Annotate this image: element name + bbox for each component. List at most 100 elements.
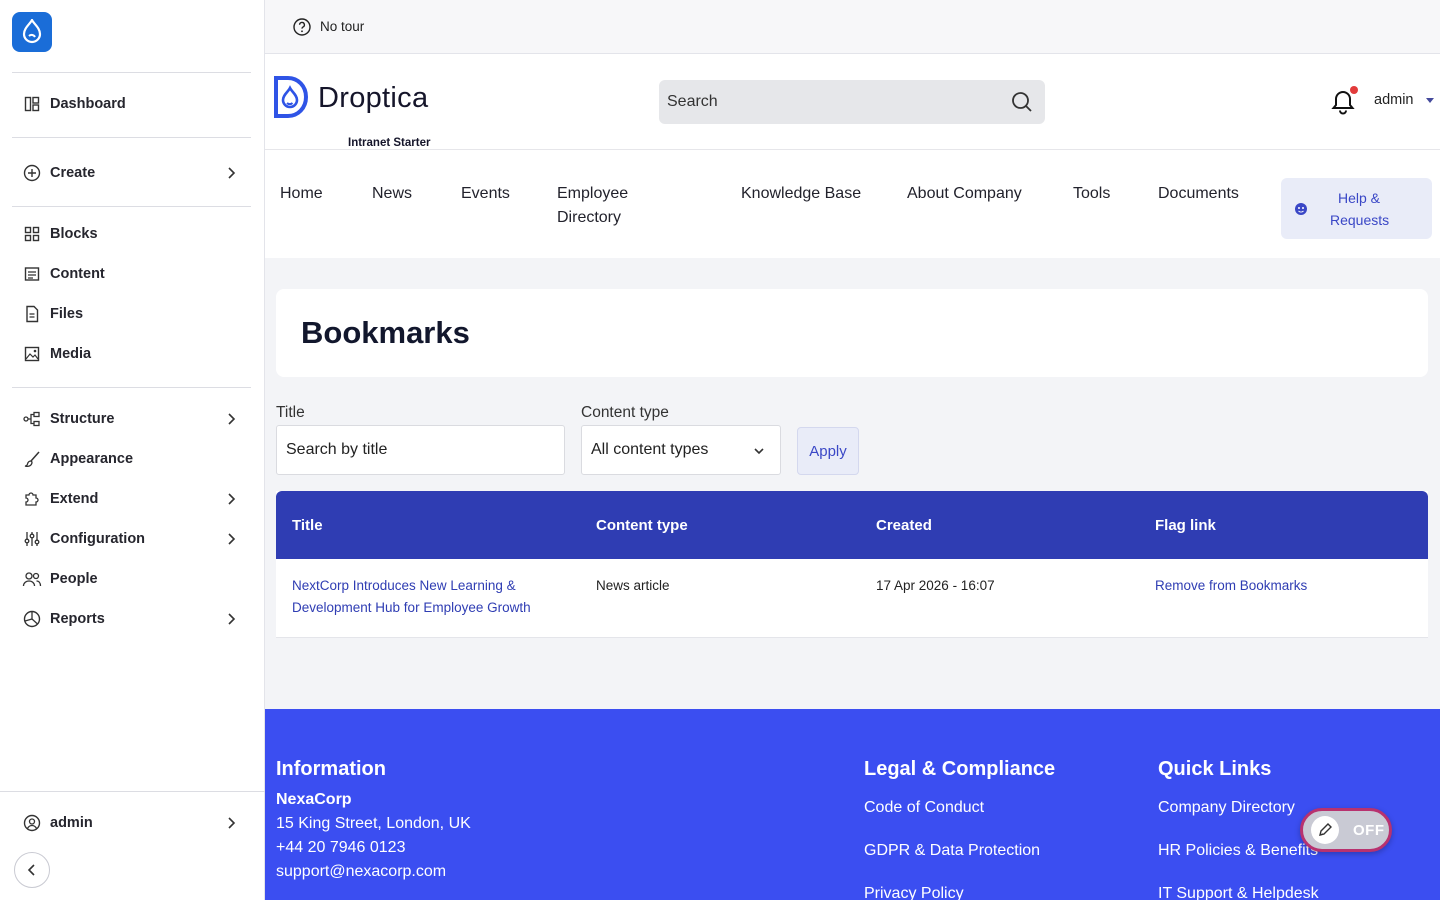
footer-link-company-directory[interactable]: Company Directory xyxy=(1158,799,1295,817)
notification-badge xyxy=(1350,86,1358,94)
nav-link-employee-directory[interactable]: Employee Directory xyxy=(557,182,667,230)
search-icon[interactable] xyxy=(1011,91,1033,113)
sidebar-item-structure[interactable]: Structure xyxy=(12,401,251,437)
brand-subtitle: Intranet Starter xyxy=(348,137,431,149)
content-type-filter-label: Content type xyxy=(581,404,669,421)
sidebar-item-label: People xyxy=(50,571,98,587)
sidebar-item-people[interactable]: People xyxy=(12,561,251,597)
sidebar-item-label: Dashboard xyxy=(50,96,126,112)
content-icon xyxy=(22,264,42,284)
dashboard-icon xyxy=(22,94,42,114)
people-icon xyxy=(22,569,42,589)
collapse-sidebar-button[interactable] xyxy=(14,852,50,888)
help-requests-button[interactable]: Help & Requests xyxy=(1281,178,1432,239)
brand-name: Droptica xyxy=(318,82,429,114)
admin-sidebar: Dashboard Create Blocks Content Files Me… xyxy=(0,0,265,900)
chevron-right-icon xyxy=(228,167,236,179)
edit-mode-state: OFF xyxy=(1353,821,1385,839)
chevron-right-icon xyxy=(228,817,236,829)
site-footer: Information NexaCorp 15 King Street, Lon… xyxy=(265,709,1440,900)
help-requests-label: Help & Requests xyxy=(1330,189,1390,228)
drupal-logo-icon[interactable] xyxy=(12,12,52,52)
apply-filter-button[interactable]: Apply xyxy=(797,427,859,475)
chevron-right-icon xyxy=(228,493,236,505)
footer-link-code-of-conduct[interactable]: Code of Conduct xyxy=(864,799,984,817)
footer-email[interactable]: support@nexacorp.com xyxy=(276,860,446,884)
admin-toolbar: No tour xyxy=(265,0,1440,54)
main-navigation: Home News Events Employee Directory Know… xyxy=(265,150,1440,258)
brush-icon xyxy=(22,449,42,469)
nav-link-about-company[interactable]: About Company xyxy=(907,182,1022,206)
remove-bookmark-link[interactable]: Remove from Bookmarks xyxy=(1155,578,1307,593)
table-row: NextCorp Introduces New Learning & Devel… xyxy=(276,559,1428,638)
sidebar-item-label: Content xyxy=(50,266,105,282)
sliders-icon xyxy=(22,529,42,549)
sidebar-item-label: admin xyxy=(50,815,93,831)
footer-link-gdpr[interactable]: GDPR & Data Protection xyxy=(864,842,1040,860)
sidebar-item-configuration[interactable]: Configuration xyxy=(12,521,251,557)
table-header-row: Title Content type Created Flag link xyxy=(276,491,1428,559)
sidebar-item-label: Appearance xyxy=(50,451,134,467)
title-filter-label: Title xyxy=(276,404,305,421)
nav-link-news[interactable]: News xyxy=(372,182,412,206)
footer-link-privacy-policy[interactable]: Privacy Policy xyxy=(864,885,964,900)
nav-link-knowledge-base[interactable]: Knowledge Base xyxy=(741,182,861,206)
sidebar-item-extend[interactable]: Extend xyxy=(12,481,251,517)
sidebar-item-appearance[interactable]: Appearance xyxy=(12,441,251,477)
chevron-down-icon xyxy=(754,448,764,455)
file-icon xyxy=(22,304,42,324)
sidebar-item-content[interactable]: Content xyxy=(12,256,251,292)
cell-flag-link: Remove from Bookmarks xyxy=(1139,559,1428,638)
plus-circle-icon xyxy=(22,163,42,183)
sidebar-item-label: Extend xyxy=(50,491,99,507)
pencil-icon xyxy=(1311,816,1339,844)
sidebar-item-create[interactable]: Create xyxy=(12,155,251,191)
user-menu-button[interactable]: admin xyxy=(1374,92,1434,108)
user-circle-icon xyxy=(22,813,42,833)
search-input[interactable] xyxy=(667,93,1011,111)
caret-down-icon xyxy=(1425,97,1434,103)
sidebar-divider xyxy=(12,72,251,73)
title-filter-input[interactable] xyxy=(276,425,565,475)
sidebar-item-dashboard[interactable]: Dashboard xyxy=(12,86,251,122)
sidebar-item-user[interactable]: admin xyxy=(12,805,251,841)
sidebar-item-media[interactable]: Media xyxy=(12,336,251,372)
cell-content-type: News article xyxy=(580,559,860,638)
nav-link-tools[interactable]: Tools xyxy=(1073,182,1110,206)
cell-title: NextCorp Introduces New Learning & Devel… xyxy=(276,559,580,638)
bookmark-title-link[interactable]: NextCorp Introduces New Learning & Devel… xyxy=(292,578,531,615)
sidebar-item-reports[interactable]: Reports xyxy=(12,601,251,637)
footer-link-hr-policies[interactable]: HR Policies & Benefits xyxy=(1158,842,1318,860)
sidebar-item-label: Reports xyxy=(50,611,105,627)
brand-logo[interactable]: Droptica Intranet Starter xyxy=(272,76,430,149)
nav-link-events[interactable]: Events xyxy=(461,182,510,206)
nav-link-documents[interactable]: Documents xyxy=(1158,182,1239,206)
edit-mode-toggle[interactable]: OFF xyxy=(1300,808,1392,852)
username-label: admin xyxy=(1374,92,1414,108)
content-type-selected-value: All content types xyxy=(591,441,709,458)
column-header-created[interactable]: Created xyxy=(860,491,1139,559)
column-header-title[interactable]: Title xyxy=(276,491,580,559)
sidebar-item-label: Blocks xyxy=(50,226,98,242)
sidebar-item-files[interactable]: Files xyxy=(12,296,251,332)
content-type-select[interactable]: All content types xyxy=(581,425,781,475)
media-icon xyxy=(22,344,42,364)
chevron-right-icon xyxy=(228,613,236,625)
footer-link-it-support[interactable]: IT Support & Helpdesk xyxy=(1158,885,1319,900)
column-header-content-type[interactable]: Content type xyxy=(580,491,860,559)
structure-icon xyxy=(22,409,42,429)
footer-heading-legal: Legal & Compliance xyxy=(864,758,1056,780)
nav-link-home[interactable]: Home xyxy=(280,182,323,206)
cell-created: 17 Apr 2026 - 16:07 xyxy=(860,559,1139,638)
footer-address: 15 King Street, London, UK xyxy=(276,815,471,832)
page-title-card: Bookmarks xyxy=(276,289,1428,377)
sidebar-item-blocks[interactable]: Blocks xyxy=(12,216,251,252)
bookmarks-table: Title Content type Created Flag link Nex… xyxy=(276,491,1428,638)
sidebar-divider xyxy=(12,137,251,138)
page-title: Bookmarks xyxy=(301,315,470,350)
footer-phone: +44 20 7946 0123 xyxy=(276,839,406,856)
column-header-flag-link: Flag link xyxy=(1139,491,1428,559)
footer-company-name: NexaCorp xyxy=(276,791,352,808)
sidebar-item-label: Configuration xyxy=(50,531,146,547)
tour-button[interactable]: No tour xyxy=(320,19,364,34)
